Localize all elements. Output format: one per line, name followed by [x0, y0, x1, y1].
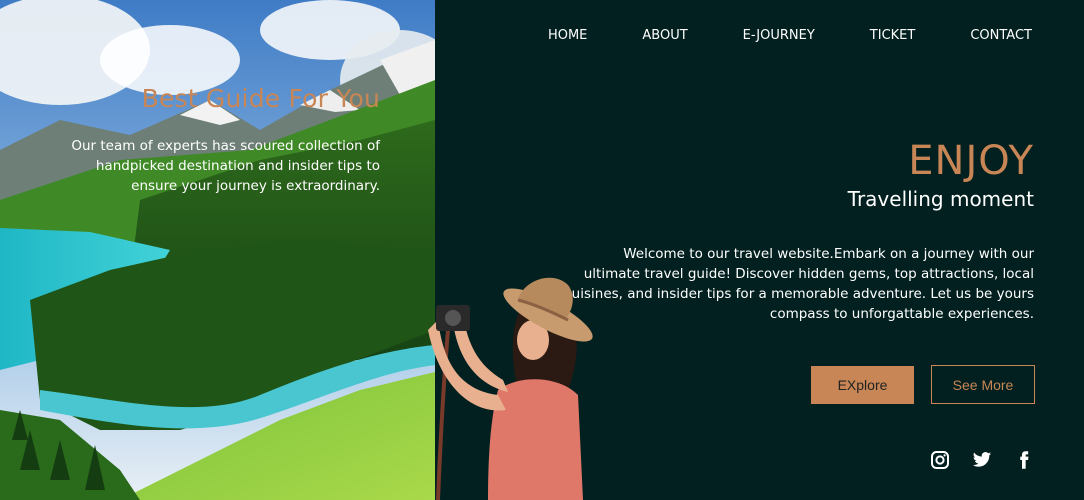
facebook-icon[interactable]: [1014, 450, 1034, 470]
explore-button[interactable]: EXplore: [811, 366, 914, 404]
hero-description: Welcome to our travel website.Embark on …: [564, 246, 1034, 322]
hero-subtitle: Travelling moment: [847, 187, 1034, 211]
twitter-icon[interactable]: [972, 450, 992, 470]
main-nav: HOME ABOUT E-JOURNEY TICKET CONTACT: [548, 28, 1032, 43]
social-links: [930, 450, 1034, 470]
hero-headline: ENJOY: [908, 138, 1034, 184]
nav-e-journey[interactable]: E-JOURNEY: [743, 28, 815, 43]
nav-home[interactable]: HOME: [548, 28, 587, 43]
left-title: Best Guide For You: [141, 84, 380, 113]
nav-contact[interactable]: CONTACT: [970, 28, 1032, 43]
left-text: Our team of experts has scoured collecti…: [71, 138, 380, 194]
instagram-icon[interactable]: [930, 450, 950, 470]
nav-ticket[interactable]: TICKET: [870, 28, 916, 43]
left-hero-copy: Best Guide For You Our team of experts h…: [0, 0, 435, 500]
see-more-button[interactable]: See More: [931, 365, 1035, 404]
nav-about[interactable]: ABOUT: [642, 28, 687, 43]
traveler-photographer-image: [428, 277, 593, 500]
